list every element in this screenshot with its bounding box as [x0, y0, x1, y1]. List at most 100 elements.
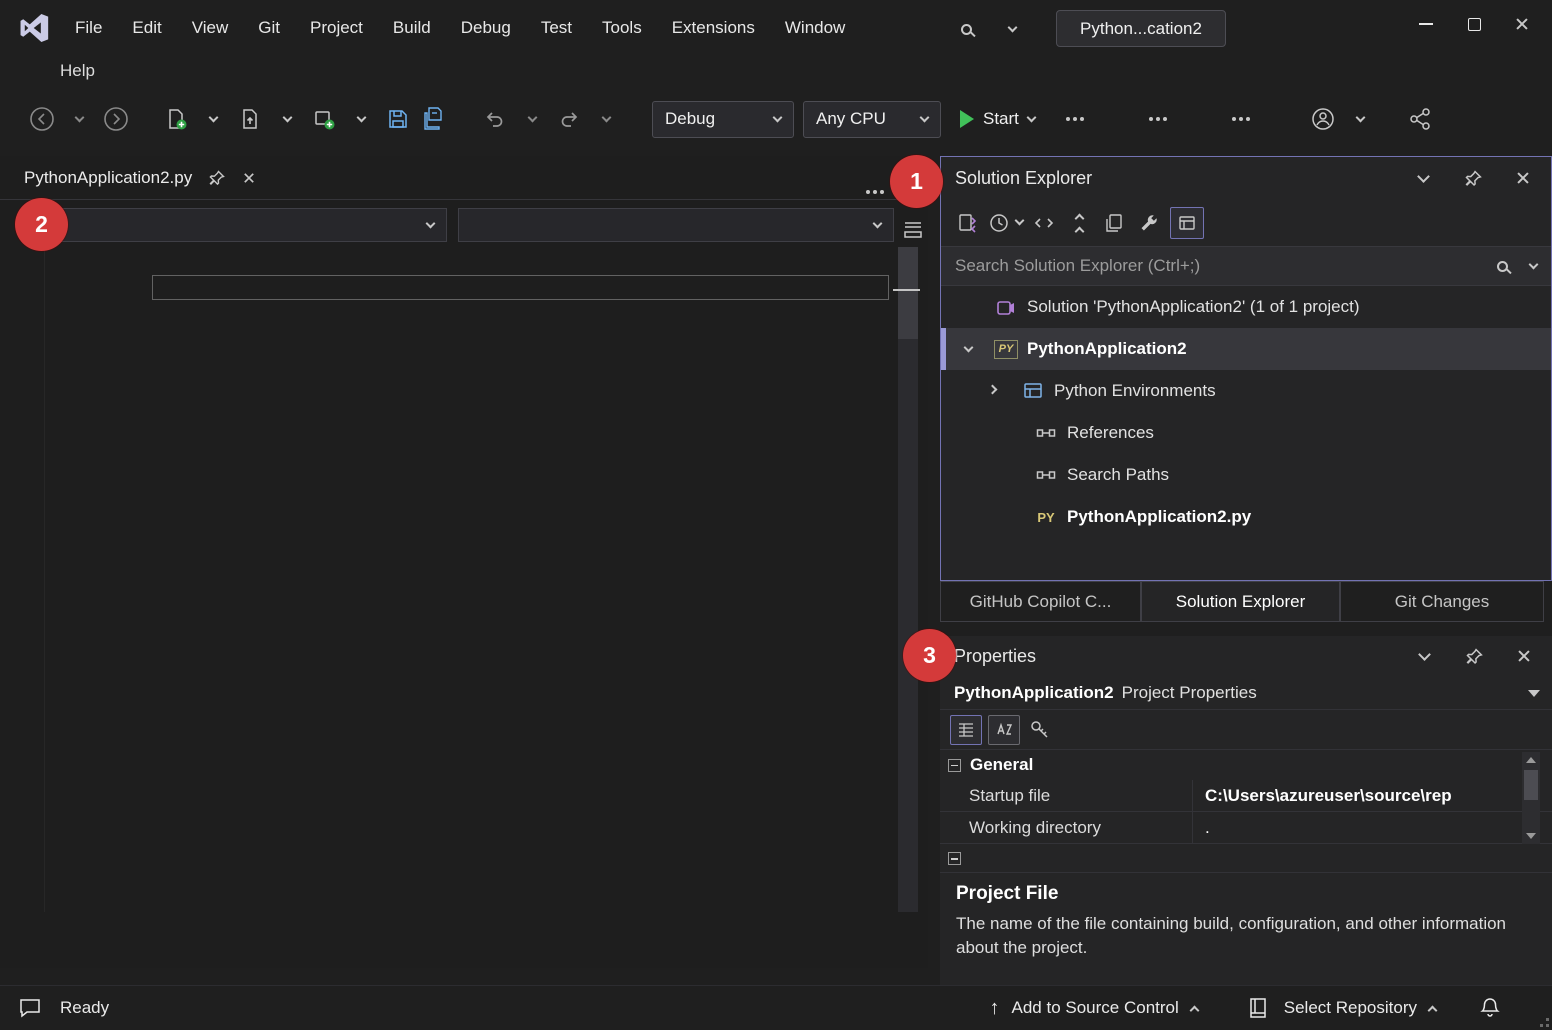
tab-close-icon[interactable] [243, 172, 255, 184]
tree-item-search-paths[interactable]: Search Paths [941, 454, 1551, 496]
save-button[interactable] [384, 103, 412, 135]
close-icon[interactable] [1509, 162, 1537, 194]
tab-git-changes[interactable]: Git Changes [1340, 581, 1544, 622]
new-file-button[interactable] [162, 103, 190, 135]
menu-git[interactable]: Git [243, 10, 295, 46]
search-chevron-icon[interactable] [1529, 259, 1539, 269]
menu-test[interactable]: Test [526, 10, 587, 46]
open-file-button[interactable] [236, 103, 264, 135]
window-position-chevron-icon[interactable] [1410, 640, 1438, 672]
new-file-chevron-icon[interactable] [199, 103, 227, 135]
undo-chevron-icon[interactable] [518, 103, 546, 135]
pin-icon[interactable] [1459, 162, 1487, 194]
select-repository-button[interactable]: Select Repository [1284, 998, 1417, 1018]
document-tab[interactable]: PythonApplication2.py [0, 156, 270, 200]
menu-project[interactable]: Project [295, 10, 378, 46]
resize-grip[interactable] [1535, 1013, 1549, 1027]
collapse-all-icon[interactable] [1065, 207, 1093, 239]
solution-platform-dropdown[interactable]: Any CPU [803, 101, 941, 138]
add-item-chevron-icon[interactable] [347, 103, 375, 135]
editor-selection-box[interactable] [152, 275, 889, 300]
navigate-forward-button[interactable] [102, 103, 130, 135]
properties-wrench-icon[interactable] [1135, 207, 1163, 239]
source-control-chevron-up-icon[interactable] [1189, 1005, 1199, 1015]
expander-chevron-down-icon[interactable] [964, 342, 974, 352]
categorized-view-button[interactable] [950, 715, 982, 745]
menu-debug[interactable]: Debug [446, 10, 526, 46]
search-icon[interactable] [1497, 261, 1508, 272]
property-row[interactable]: Startup file C:\Users\azureuser\source\r… [940, 780, 1552, 812]
copy-path-icon[interactable] [1100, 207, 1128, 239]
scroll-up-icon[interactable] [1526, 757, 1536, 763]
redo-button[interactable] [555, 103, 583, 135]
navigate-back-button[interactable] [28, 103, 56, 135]
property-value[interactable]: . [1192, 812, 1498, 843]
search-icon[interactable] [952, 13, 980, 45]
undo-button[interactable] [481, 103, 509, 135]
minimize-button[interactable] [1402, 2, 1450, 46]
live-share-button[interactable] [1309, 103, 1337, 135]
tab-solution-explorer[interactable]: Solution Explorer [1141, 581, 1340, 622]
menu-file[interactable]: File [60, 10, 117, 46]
solution-configuration-dropdown[interactable]: Debug [652, 101, 794, 138]
close-button[interactable] [1498, 2, 1546, 46]
save-all-button[interactable] [421, 103, 449, 135]
menu-window[interactable]: Window [770, 10, 860, 46]
live-share-chevron-icon[interactable] [1346, 103, 1374, 135]
toolbar-overflow-button-1[interactable] [1137, 103, 1165, 135]
menu-tools[interactable]: Tools [587, 10, 657, 46]
pin-icon[interactable] [208, 168, 226, 188]
maximize-button[interactable] [1450, 2, 1498, 46]
menu-build[interactable]: Build [378, 10, 446, 46]
code-editor[interactable]: 100 % No issues found Ln: 2, Ch: 1 TABS … [0, 247, 928, 912]
add-to-source-control-button[interactable]: Add to Source Control [1012, 998, 1179, 1018]
preview-selected-items-button[interactable] [1170, 207, 1204, 239]
menu-view[interactable]: View [177, 10, 244, 46]
sync-with-active-document-icon[interactable] [1030, 207, 1058, 239]
collapsed-group-icon[interactable] [948, 852, 961, 865]
collapse-group-icon[interactable] [948, 759, 961, 772]
property-pages-button[interactable] [1026, 714, 1054, 746]
editor-vertical-scrollbar[interactable] [898, 247, 918, 912]
menu-extensions[interactable]: Extensions [657, 10, 770, 46]
notifications-bell-icon[interactable] [1476, 992, 1504, 1024]
window-position-chevron-icon[interactable] [1409, 162, 1437, 194]
alphabetical-view-button[interactable] [988, 715, 1020, 745]
expander-chevron-right-icon[interactable] [988, 384, 998, 394]
search-chevron-down-icon[interactable] [998, 13, 1026, 45]
solution-explorer-search[interactable]: Search Solution Explorer (Ctrl+;) [941, 246, 1551, 286]
start-debug-button[interactable]: Start [950, 101, 1045, 138]
pin-icon[interactable] [1460, 640, 1488, 672]
scroll-down-icon[interactable] [1526, 833, 1536, 839]
tree-item-solution[interactable]: Solution 'PythonApplication2' (1 of 1 pr… [941, 286, 1551, 328]
properties-header[interactable]: Properties [940, 636, 1552, 676]
project-dropdown[interactable] [28, 208, 447, 242]
property-row[interactable]: Working directory . [940, 812, 1552, 844]
redo-chevron-icon[interactable] [592, 103, 620, 135]
open-file-chevron-icon[interactable] [273, 103, 301, 135]
close-icon[interactable] [1510, 640, 1538, 672]
tree-item-project[interactable]: PY PythonApplication2 [941, 328, 1551, 370]
menu-edit[interactable]: Edit [117, 10, 176, 46]
feedback-icon[interactable] [16, 992, 44, 1024]
split-window-icon[interactable] [899, 213, 927, 245]
tree-item-python-file[interactable]: PY PythonApplication2.py [941, 496, 1551, 538]
debug-toolbar-overflow-button[interactable] [1054, 103, 1082, 135]
member-dropdown[interactable] [458, 208, 894, 242]
solution-explorer-header[interactable]: Solution Explorer [941, 157, 1551, 199]
toolbar-overflow-button-2[interactable] [1220, 103, 1248, 135]
property-value[interactable]: C:\Users\azureuser\source\rep [1192, 780, 1498, 811]
properties-scrollbar[interactable] [1522, 752, 1540, 844]
menu-help[interactable]: Help [60, 61, 95, 81]
pending-changes-filter-icon[interactable] [988, 207, 1023, 239]
share-button[interactable] [1406, 103, 1434, 135]
title-search-box[interactable]: Python...cation2 [1056, 10, 1226, 47]
properties-object-dropdown[interactable]: PythonApplication2 Project Properties [940, 676, 1552, 710]
property-group-row[interactable]: General [940, 750, 1552, 780]
switch-views-icon[interactable] [953, 207, 981, 239]
scrollbar-thumb[interactable] [1524, 770, 1538, 800]
tab-github-copilot[interactable]: GitHub Copilot C... [940, 581, 1141, 622]
tree-item-python-environments[interactable]: Python Environments [941, 370, 1551, 412]
scrollbar-thumb[interactable] [898, 247, 918, 339]
repository-chevron-up-icon[interactable] [1428, 1005, 1438, 1015]
